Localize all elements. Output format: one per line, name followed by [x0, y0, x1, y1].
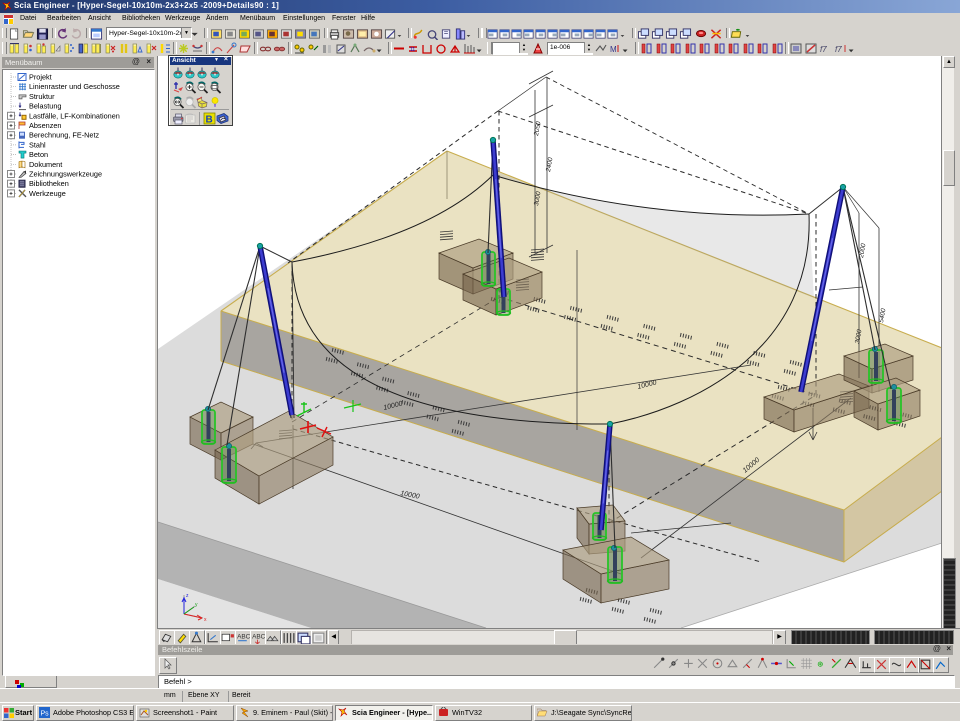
svg-text:Projekt: Projekt — [29, 73, 52, 82]
svg-text:Belastung: Belastung — [29, 102, 61, 111]
svg-text:⊛: ⊛ — [817, 660, 823, 669]
svg-text:M: M — [610, 45, 617, 54]
svg-text:5400: 5400 — [878, 308, 887, 324]
svg-text:Ps: Ps — [41, 711, 50, 718]
svg-text:f7: f7 — [835, 45, 842, 54]
svg-text:Struktur: Struktur — [29, 92, 55, 101]
svg-text:Berechnung, FE-Netz: Berechnung, FE-Netz — [29, 131, 100, 140]
svg-text:Stahl: Stahl — [29, 140, 46, 149]
svg-text:Absenzen: Absenzen — [29, 121, 61, 130]
svg-text:Lastfälle, LF-Kombinationen: Lastfälle, LF-Kombinationen — [29, 111, 120, 120]
svg-text:11: 11 — [410, 47, 415, 53]
svg-text:ABC: ABC — [237, 634, 250, 641]
svg-text:ABC: ABC — [252, 634, 265, 641]
svg-text:2050: 2050 — [533, 121, 543, 138]
svg-text:f7: f7 — [820, 45, 827, 54]
svg-text:2400: 2400 — [545, 157, 555, 174]
svg-text:B: B — [206, 115, 213, 126]
svg-text:Zeichnungswerkzeuge: Zeichnungswerkzeuge — [29, 170, 102, 179]
svg-text:Werkzeuge: Werkzeuge — [29, 189, 66, 198]
svg-text:Dokument: Dokument — [29, 160, 62, 169]
svg-text:Beton: Beton — [29, 150, 48, 159]
svg-text:Bibliotheken: Bibliotheken — [29, 179, 69, 188]
svg-text:Linienraster und Geschosse: Linienraster und Geschosse — [29, 82, 120, 91]
